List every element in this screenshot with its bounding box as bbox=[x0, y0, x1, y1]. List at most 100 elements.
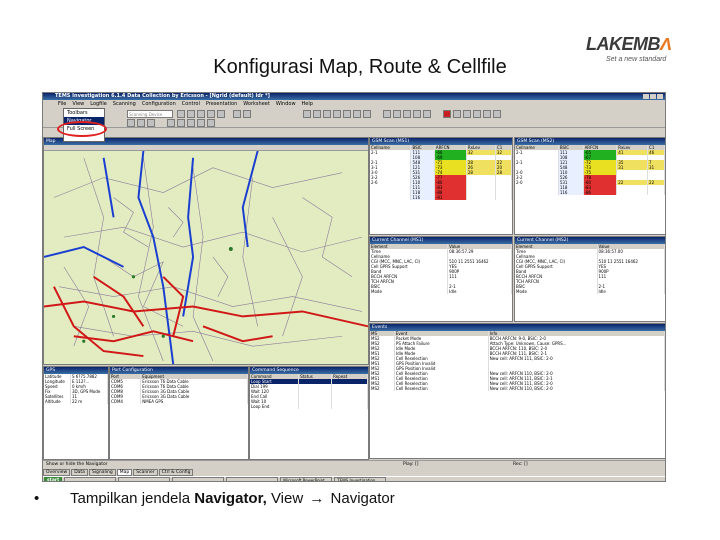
tab-map[interactable]: Map bbox=[116, 469, 133, 476]
menu-item[interactable]: Presentation bbox=[206, 100, 237, 108]
table-row[interactable]: Mode Idle bbox=[515, 289, 665, 294]
menu-item[interactable]: Control bbox=[182, 100, 200, 108]
record-icon[interactable] bbox=[443, 110, 451, 118]
menu-item[interactable]: File bbox=[58, 100, 66, 108]
menu-item-toolbars[interactable]: Toolbars bbox=[64, 109, 104, 117]
toolbar-button[interactable] bbox=[177, 119, 185, 127]
menu-item[interactable]: Help bbox=[302, 100, 313, 108]
taskbar-item[interactable]: Microsoft PowerPoint... bbox=[280, 477, 333, 481]
windows-taskbar: start Microsoft PowerPoint... TEMS Invest… bbox=[43, 476, 665, 481]
events-table: MS Event Info MS2 Packet Mode BCCH ARFCN: 9-… bbox=[370, 331, 665, 391]
table-row[interactable]: MS2 Cell Reselection New cell: ARFCN 110, … bbox=[370, 386, 665, 391]
port-configuration-pane[interactable]: Port Configuration Port Equipment COM5 Eri… bbox=[109, 366, 249, 460]
pane-header: Port Configuration bbox=[110, 367, 248, 374]
toolbar-button[interactable] bbox=[303, 110, 311, 118]
toolbar-button[interactable] bbox=[187, 110, 195, 118]
logo-tagline: Set a new standard bbox=[606, 56, 667, 63]
gsm-scan-pane-ms1[interactable]: GSM Scan (MS1) Cellname BSIC ARFCN RxLev C1 … bbox=[369, 137, 513, 235]
maximize-button[interactable] bbox=[650, 94, 656, 99]
toolbar-button[interactable] bbox=[177, 110, 185, 118]
events-pane[interactable]: Events MS Event Info MS2 Packet Mode BCCH AR… bbox=[369, 323, 665, 459]
toolbar-button[interactable] bbox=[353, 110, 361, 118]
toolbar-button[interactable] bbox=[383, 110, 391, 118]
menu-item[interactable]: Scanning bbox=[113, 100, 136, 108]
toolbar-button[interactable] bbox=[463, 110, 471, 118]
menu-item[interactable]: Configuration bbox=[142, 100, 176, 108]
table-row[interactable]: Loop End bbox=[250, 404, 368, 409]
gsm-scan-pane-ms2[interactable]: GSM Scan (MS2) Cellname BSIC ARFCN RxLev C1 … bbox=[514, 137, 665, 235]
scan-table-ms1: Cellname BSIC ARFCN RxLev C1 2-1 111 -66 32 32 10… bbox=[370, 145, 512, 200]
toolbar-button[interactable] bbox=[207, 110, 215, 118]
current-channel-pane-ms1[interactable]: Current Channel (MS1) Element Value Time 0… bbox=[369, 236, 513, 322]
taskbar-item[interactable] bbox=[118, 477, 171, 481]
toolbar-button[interactable] bbox=[453, 110, 461, 118]
table-cell: Idle bbox=[447, 289, 512, 294]
bullet-point: • bbox=[34, 490, 40, 507]
menu-item[interactable]: Worksheet bbox=[243, 100, 270, 108]
table-cell: 116 bbox=[558, 190, 584, 195]
caption-bold: Navigator, bbox=[194, 490, 267, 507]
taskbar-item[interactable] bbox=[172, 477, 225, 481]
toolbar-button[interactable] bbox=[233, 110, 241, 118]
toolbar-button[interactable] bbox=[197, 110, 205, 118]
taskbar-items: Microsoft PowerPoint... TEMS Investigatio… bbox=[64, 477, 387, 481]
table-cell bbox=[495, 195, 512, 200]
tab-scanner[interactable]: Scanner bbox=[133, 469, 158, 476]
table-row[interactable]: Mode Idle bbox=[370, 289, 512, 294]
menu-item[interactable]: Window bbox=[276, 100, 296, 108]
toolbar-button[interactable] bbox=[473, 110, 481, 118]
port-table: Port Equipment COM5 Ericsson T6 Data Cable… bbox=[110, 374, 248, 404]
toolbar-button[interactable] bbox=[483, 110, 491, 118]
toolbar-button[interactable] bbox=[313, 110, 321, 118]
toolbar-button[interactable] bbox=[363, 110, 371, 118]
app-title: TEMS Investigation 6.1.4 Data Collection… bbox=[55, 93, 270, 99]
table-row[interactable]: COM4 NMEA GPS bbox=[110, 399, 248, 404]
minimize-button[interactable] bbox=[643, 94, 649, 99]
toolbar-button[interactable] bbox=[127, 119, 135, 127]
toolbar-button[interactable] bbox=[323, 110, 331, 118]
toolbar-button[interactable] bbox=[343, 110, 351, 118]
menu-item[interactable]: Logfile bbox=[90, 100, 107, 108]
tab-signaling[interactable]: Signaling bbox=[88, 469, 116, 476]
table-row[interactable]: Altitude 22 m bbox=[44, 399, 108, 404]
toolbar-button[interactable] bbox=[167, 119, 175, 127]
current-channel-pane-ms2[interactable]: Current Channel (MS2) Element Value Time 0… bbox=[514, 236, 665, 322]
command-sequence-pane[interactable]: Command Sequence Command Status Repeat Loo… bbox=[249, 366, 369, 460]
gps-pane[interactable]: GPS Latitude S 6?75.7882 Longitude E 112?..… bbox=[43, 366, 109, 460]
close-button[interactable] bbox=[657, 94, 663, 99]
taskbar-item[interactable] bbox=[64, 477, 117, 481]
toolbar-button[interactable] bbox=[393, 110, 401, 118]
tab-ctrl-config[interactable]: Ctrl & Config bbox=[158, 469, 194, 476]
navigator-highlight-circle bbox=[57, 121, 107, 137]
menu-item[interactable]: View bbox=[72, 100, 84, 108]
table-row[interactable]: 116 -86 bbox=[515, 190, 665, 195]
table-cell: Mode bbox=[515, 289, 598, 294]
toolbar-button[interactable] bbox=[147, 119, 155, 127]
command-table: Command Status Repeat Loop Start Dial 199 Wa… bbox=[250, 374, 368, 409]
toolbar-button[interactable] bbox=[403, 110, 411, 118]
toolbar-button[interactable] bbox=[423, 110, 431, 118]
tab-overview[interactable]: Overview bbox=[43, 469, 71, 476]
toolbar-button[interactable] bbox=[207, 119, 215, 127]
toolbar-button[interactable] bbox=[217, 110, 225, 118]
main-toolbar: Scanning Device bbox=[43, 108, 665, 128]
map-canvas[interactable] bbox=[44, 138, 368, 364]
slide: Konfigurasi Map, Route & Cellfile LAKEMB… bbox=[0, 0, 720, 540]
tab-data[interactable]: Data bbox=[71, 469, 88, 476]
toolbar-button[interactable] bbox=[413, 110, 421, 118]
map-pane[interactable]: Map bbox=[43, 137, 369, 365]
toolbar-button[interactable] bbox=[243, 110, 251, 118]
table-cell: Mode bbox=[370, 289, 449, 294]
app-screenshot: TEMS Investigation 6.1.4 Data Collection… bbox=[42, 92, 666, 482]
start-button[interactable]: start bbox=[44, 477, 63, 481]
toolbar-button[interactable] bbox=[187, 119, 195, 127]
toolbar-button[interactable] bbox=[137, 119, 145, 127]
toolbar-button[interactable] bbox=[333, 110, 341, 118]
toolbar-button[interactable] bbox=[493, 110, 501, 118]
taskbar-item[interactable]: TEMS Investigation... bbox=[334, 477, 387, 481]
scanning-device-dropdown[interactable]: Scanning Device bbox=[127, 110, 173, 118]
toolbar-button[interactable] bbox=[197, 119, 205, 127]
pane-header: GPS bbox=[44, 367, 108, 374]
table-row[interactable]: 116 -91 bbox=[370, 195, 512, 200]
taskbar-item[interactable] bbox=[226, 477, 279, 481]
